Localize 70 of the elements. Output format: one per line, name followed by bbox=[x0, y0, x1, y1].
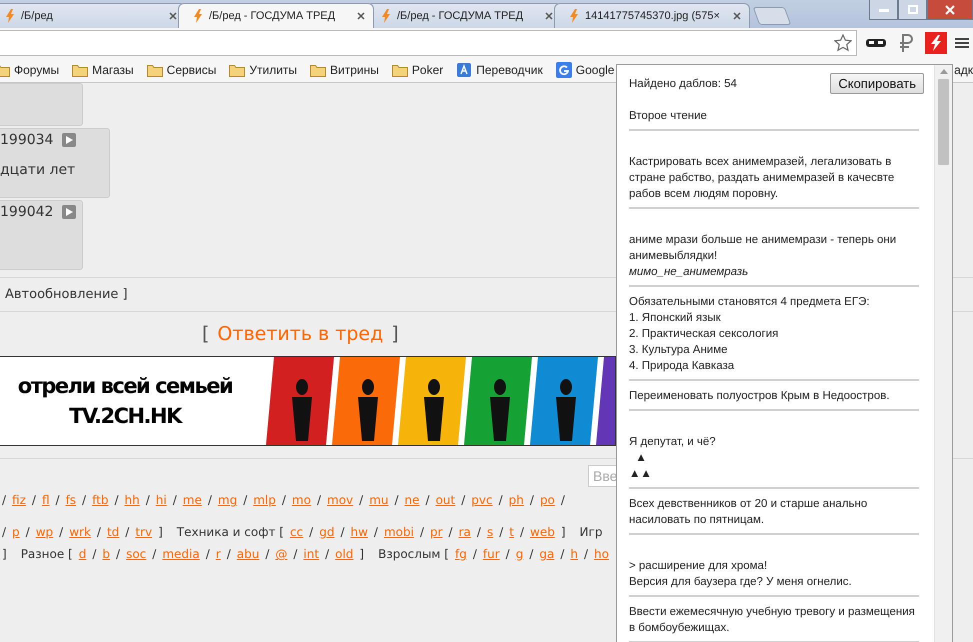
separator-text: ] bbox=[158, 525, 163, 539]
bracket-text: ] bbox=[391, 323, 399, 345]
separator-text: / bbox=[448, 525, 453, 539]
separator-text: ] bbox=[359, 547, 364, 561]
separator-text: / bbox=[172, 493, 177, 507]
separator-text: / bbox=[560, 547, 564, 561]
quote-text: Всех девственников от 20 и старше анально насиловать по пятницам. bbox=[629, 497, 868, 528]
separator-text: / bbox=[2, 493, 6, 507]
separator-text: / bbox=[472, 547, 477, 561]
separator-text: / bbox=[243, 493, 248, 507]
separator-text: / bbox=[96, 525, 101, 539]
separator-text: / bbox=[520, 525, 524, 539]
quote-text: Обязательными становятся 4 предмета ЕГЭ: 1. Японский язык 2. Практическая сексология 3. Культура Аниме 4. Природа Кавказа bbox=[629, 295, 871, 374]
separator-text: / bbox=[420, 525, 424, 539]
separator-text: / bbox=[92, 547, 96, 561]
banner-text: TV.2CH.HK bbox=[69, 403, 181, 430]
separator-text: / bbox=[426, 493, 430, 507]
banner-text: отрели всей семьей bbox=[18, 373, 232, 400]
quote-text: > расширение для хрома! Версия для баузера где? У меня огнелис. bbox=[629, 559, 853, 590]
separator-text: / bbox=[529, 547, 534, 561]
quote-text: Кастрировать всех анимемразей, легализовать в стране рабство, раздать анимемразей в качесвте рабов всем людям поровну. bbox=[629, 155, 896, 202]
separator-text: ] bbox=[560, 525, 566, 539]
quote-text: Переименовать полуостров Крым в Недоостров. bbox=[629, 389, 891, 404]
separator-text: / bbox=[56, 493, 60, 507]
separator-text: / bbox=[499, 525, 504, 539]
separator-text: / bbox=[530, 493, 534, 507]
separator-text: / bbox=[208, 493, 212, 507]
separator-text: / bbox=[2, 525, 6, 539]
separator-text: ] bbox=[2, 547, 7, 561]
signature-text: мимо_не_анимемразь bbox=[629, 265, 750, 280]
separator-text: / bbox=[461, 493, 466, 507]
separator-text: / bbox=[293, 547, 298, 561]
post-number: 199042 bbox=[0, 204, 54, 220]
separator-text: / bbox=[152, 547, 156, 561]
separator-text: / bbox=[26, 525, 30, 539]
separator-text: / bbox=[82, 493, 86, 507]
separator-text: / bbox=[59, 525, 64, 539]
quote-text: Ввести ежемесячную учебную тревогу и размещения в бомбоубежищах. bbox=[629, 605, 916, 636]
separator-text: / bbox=[325, 547, 330, 561]
separator-text: / bbox=[476, 525, 481, 539]
separator-text: / bbox=[316, 493, 321, 507]
quote-text: аниме мрази больше не анимемрази - теперь они анимевыблядки! bbox=[629, 233, 898, 264]
separator-text: / bbox=[560, 493, 565, 507]
category-label: Разное [ bbox=[20, 547, 73, 561]
separator-text: / bbox=[340, 525, 344, 539]
bracket-text: [ bbox=[202, 323, 210, 345]
post-text: дцати лет bbox=[0, 162, 76, 178]
quote-text: Второе чтение bbox=[629, 109, 708, 124]
separator-text: / bbox=[265, 547, 270, 561]
post-number: 199034 bbox=[0, 132, 54, 148]
separator-text: / bbox=[309, 525, 314, 539]
category-label: Техника и софт [ bbox=[176, 525, 284, 539]
found-count: Найдено даблов: 54 bbox=[629, 78, 737, 90]
separator-text: / bbox=[226, 547, 231, 561]
separator-text: / bbox=[114, 493, 118, 507]
separator-text: / bbox=[32, 493, 36, 507]
separator-text: / bbox=[394, 493, 399, 507]
separator-text: / bbox=[374, 525, 378, 539]
separator-text: / bbox=[282, 493, 286, 507]
separator-text: / bbox=[506, 547, 510, 561]
separator-text: / bbox=[116, 547, 120, 561]
separator-text: / bbox=[498, 493, 503, 507]
separator-text: / bbox=[584, 547, 588, 561]
category-label: Игр bbox=[580, 525, 602, 539]
category-label: Взрослым [ bbox=[378, 547, 449, 561]
separator-text: / bbox=[146, 493, 150, 507]
separator-text: / bbox=[359, 493, 364, 507]
quote-text: Я депутат, и чё? ▲ ▲▲ bbox=[629, 435, 717, 482]
separator-text: / bbox=[125, 525, 130, 539]
separator-text: / bbox=[206, 547, 210, 561]
